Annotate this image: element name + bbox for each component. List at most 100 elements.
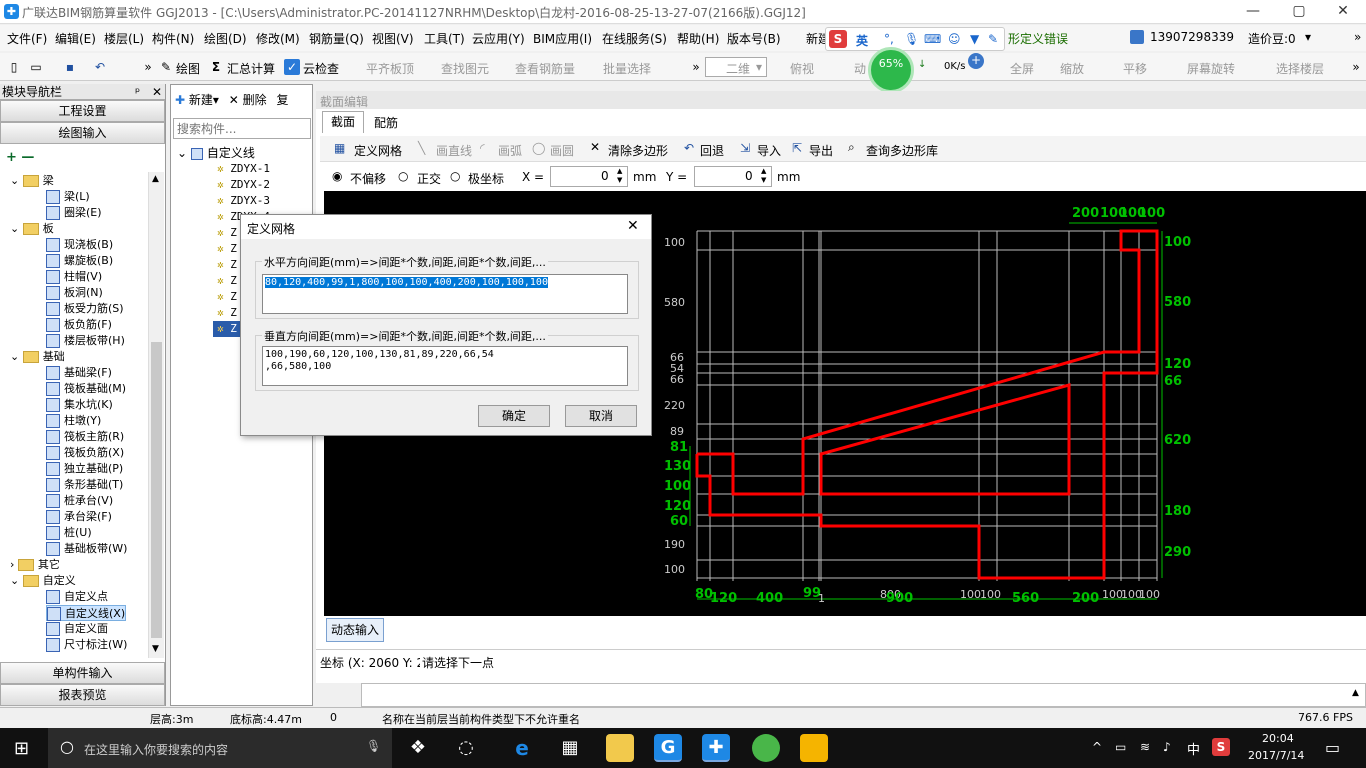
menu-bim[interactable]: BIM应用(I) — [533, 30, 592, 47]
network-icon[interactable]: ▭ — [1115, 740, 1126, 754]
menu-tools[interactable]: 工具(T) — [424, 30, 465, 47]
taskbar-search[interactable]: ○ 在这里输入你要搜索的内容 🎙 — [48, 728, 392, 768]
report-preview-button[interactable]: 报表预览 — [0, 684, 165, 706]
ime-punct-icon[interactable]: °, — [884, 32, 894, 46]
radio-ortho[interactable]: ○ — [398, 169, 408, 183]
new-button[interactable]: 新建 — [189, 93, 213, 107]
edge-icon[interactable]: e — [508, 734, 536, 762]
notification-icon[interactable]: ▭ — [1325, 738, 1340, 757]
tree-item-custom-face[interactable]: 自定义面 — [46, 621, 108, 637]
dropdown-icon[interactable]: ▾ — [1305, 30, 1311, 44]
draw-button[interactable]: 绘图 — [176, 60, 200, 77]
menu-component[interactable]: 构件(N) — [152, 30, 194, 47]
spinner-icon[interactable]: ▲ ▼ — [761, 167, 766, 185]
copy-button[interactable]: 复 — [277, 93, 289, 107]
glodon-icon[interactable]: G — [654, 734, 682, 762]
dynamic-input-button[interactable]: 动态输入 — [326, 618, 384, 642]
pin-icon[interactable]: ᵖ — [135, 84, 140, 100]
menu-draw[interactable]: 绘图(D) — [204, 30, 247, 47]
spinner-icon[interactable]: ▲ ▼ — [617, 167, 622, 185]
clock-date[interactable]: 2017/7/14 — [1248, 749, 1304, 762]
undo-button[interactable]: 回退 — [700, 142, 724, 159]
x-input[interactable]: 0 ▲ ▼ — [550, 166, 628, 187]
new-file-icon[interactable]: ▯ — [6, 59, 22, 75]
tree-item-slab-hole[interactable]: 板洞(N) — [46, 285, 103, 301]
tree-root-custom-line[interactable]: ⌄ 自定义线 — [177, 145, 255, 161]
tray-up-icon[interactable]: ^ — [1092, 740, 1102, 754]
tree-item-sump[interactable]: 集水坑(K) — [46, 397, 113, 413]
delete-button[interactable]: 删除 — [243, 93, 267, 107]
dynamic-view-button[interactable]: 动 — [854, 60, 866, 77]
nav-scrollbar[interactable]: ▲ ▼ — [148, 172, 164, 658]
tree-item-pile[interactable]: 桩(U) — [46, 525, 92, 541]
menu-floor[interactable]: 楼层(L) — [104, 30, 144, 47]
tab-rebar[interactable]: 配筋 — [366, 113, 406, 133]
sogou-tray-icon[interactable]: S — [1212, 738, 1230, 756]
tree-item-found-strip[interactable]: 基础板带(W) — [46, 541, 127, 557]
vertical-spacing-input[interactable]: 100,190,60,120,100,130,81,89,220,66,54 ,… — [262, 346, 628, 386]
menu-file[interactable]: 文件(F) — [7, 30, 47, 47]
draw-arc-button[interactable]: 画弧 — [498, 142, 522, 159]
tree-item-column-cap[interactable]: 柱帽(V) — [46, 269, 102, 285]
export-button[interactable]: 导出 — [809, 142, 833, 159]
cancel-button[interactable]: 取消 — [565, 405, 637, 427]
menu-new[interactable]: 新建 — [790, 30, 830, 47]
undo-icon[interactable]: ↶ — [92, 59, 108, 75]
browser-icon[interactable]: ◌ — [452, 734, 480, 762]
horizontal-spacing-input[interactable]: 80,120,400,99,1,800,100,100,400,200,100,… — [262, 274, 628, 314]
volume-icon[interactable]: ♪ — [1163, 740, 1171, 754]
tree-group-custom[interactable]: ⌄ 自定义 — [10, 573, 76, 589]
tree-item-cast-slab[interactable]: 现浇板(B) — [46, 237, 113, 253]
notes-app-icon[interactable] — [800, 734, 828, 762]
list-item[interactable]: ✲ Z — [217, 289, 237, 305]
list-item[interactable]: ✲ Z — [217, 257, 237, 273]
tree-item-ring-beam[interactable]: 圈梁(E) — [46, 205, 102, 221]
microphone-icon[interactable]: 🎙 — [904, 32, 919, 46]
menu-rebar[interactable]: 钢筋量(Q) — [309, 30, 364, 47]
list-item[interactable]: ✲ Z — [217, 225, 237, 241]
chevron-right-icon[interactable]: » — [1354, 30, 1361, 44]
menu-help[interactable]: 帮助(H) — [677, 30, 719, 47]
search-input[interactable] — [173, 118, 311, 139]
sum-button[interactable]: 汇总计算 — [227, 60, 275, 77]
wifi-icon[interactable]: ≋ — [1140, 740, 1150, 754]
close-icon[interactable]: ✕ — [152, 84, 162, 100]
keyboard-icon[interactable]: ⌨ — [924, 32, 941, 46]
list-item[interactable]: ✲ Z — [217, 305, 237, 321]
tree-group-other[interactable]: › 其它 — [10, 557, 60, 573]
draw-circle-button[interactable]: 画圆 — [550, 142, 574, 159]
scroll-thumb[interactable] — [151, 342, 162, 638]
query-polygon-lib-button[interactable]: 查询多边形库 — [866, 142, 938, 159]
ime-indicator[interactable]: 中 — [1187, 739, 1200, 758]
tree-item-custom-line[interactable]: 自定义线(X) — [46, 605, 127, 621]
menu-modify[interactable]: 修改(M) — [256, 30, 300, 47]
tree-item-floor-strip[interactable]: 楼层板带(H) — [46, 333, 125, 349]
tree-item-custom-point[interactable]: 自定义点 — [46, 589, 108, 605]
list-item-selected[interactable]: ✲ Z — [213, 321, 241, 337]
wrench-icon[interactable]: ✎ — [988, 32, 998, 46]
ok-button[interactable]: 确定 — [478, 405, 550, 427]
tree-item-beam[interactable]: 梁(L) — [46, 189, 90, 205]
account-phone[interactable]: 13907298339 — [1150, 30, 1234, 44]
ggj-app-icon[interactable]: ✚ — [702, 734, 730, 762]
select-floor-button[interactable]: 选择楼层 — [1276, 60, 1324, 77]
tree-item-strip-found[interactable]: 条形基础(T) — [46, 477, 123, 493]
360-browser-icon[interactable] — [752, 734, 780, 762]
import-button[interactable]: 导入 — [757, 142, 781, 159]
radio-polar[interactable]: ○ — [450, 169, 460, 183]
y-input[interactable]: 0 ▲ ▼ — [694, 166, 772, 187]
tree-item-dimension[interactable]: 尺寸标注(W) — [46, 637, 127, 653]
microphone-icon[interactable]: 🎙 — [366, 739, 381, 753]
open-folder-icon[interactable]: ▭ — [28, 59, 44, 75]
tree-group-slab[interactable]: ⌄ 板 — [10, 221, 54, 237]
store-icon[interactable]: ▦ — [556, 734, 584, 762]
list-item[interactable]: ✲ Z — [217, 241, 237, 257]
view-rebar-button[interactable]: 查看钢筋量 — [515, 60, 575, 77]
windows-start-icon[interactable]: ⊞ — [14, 738, 29, 759]
tree-item-pile-cap[interactable]: 桩承台(V) — [46, 493, 113, 509]
find-element-button[interactable]: 查找图元 — [441, 60, 489, 77]
list-item[interactable]: ✲ ZDYX-1 — [217, 161, 270, 177]
tree-item-pier[interactable]: 柱墩(Y) — [46, 413, 101, 429]
view-mode-select[interactable]: 二维 ▾ — [705, 57, 767, 77]
tree-item-slab-rebar[interactable]: 板受力筋(S) — [46, 301, 124, 317]
